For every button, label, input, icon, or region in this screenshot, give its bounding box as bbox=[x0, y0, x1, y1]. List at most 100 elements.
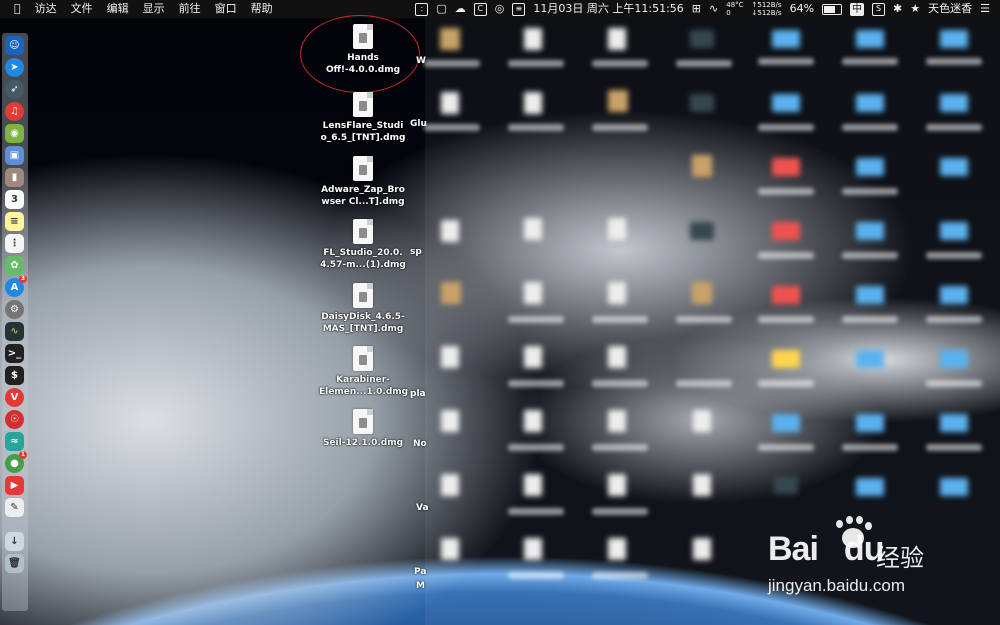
blurred-icon[interactable] bbox=[608, 474, 626, 496]
blurred-icon[interactable] bbox=[772, 350, 800, 368]
blurred-icon[interactable] bbox=[608, 218, 626, 240]
blurred-icon[interactable] bbox=[772, 94, 800, 112]
activity-monitor-icon[interactable]: ∿ bbox=[5, 322, 24, 341]
blurred-icon[interactable] bbox=[940, 222, 968, 240]
blurred-icon[interactable] bbox=[524, 218, 542, 240]
blurred-icon[interactable] bbox=[524, 410, 542, 432]
blurred-icon[interactable] bbox=[774, 476, 798, 494]
blurred-icon[interactable] bbox=[441, 410, 459, 432]
blurred-icon[interactable] bbox=[441, 92, 459, 114]
vivaldi-icon[interactable]: V bbox=[5, 388, 24, 407]
desktop-file[interactable]: Seil-12.1.0.dmg bbox=[319, 409, 407, 449]
desktop-file[interactable]: Karabiner- Elemen...1.0.dmg bbox=[319, 346, 408, 398]
desktop-file[interactable]: Hands Off!-4.0.0.dmg bbox=[319, 24, 407, 76]
apple-icon[interactable]:  bbox=[14, 0, 21, 18]
android-icon[interactable]: ◉ bbox=[5, 124, 24, 143]
blurred-icon[interactable] bbox=[524, 346, 542, 368]
blurred-icon[interactable] bbox=[693, 474, 711, 496]
blurred-icon[interactable] bbox=[608, 410, 626, 432]
blurred-icon[interactable] bbox=[856, 286, 884, 304]
video-app-icon[interactable]: ▶ bbox=[5, 476, 24, 495]
blurred-icon[interactable] bbox=[692, 155, 712, 177]
blurred-icon[interactable] bbox=[940, 478, 968, 496]
desktop-file[interactable]: DaisyDisk_4.6.5- MAS_[TNT].dmg bbox=[319, 283, 407, 335]
status-app-icon[interactable]: : bbox=[415, 2, 429, 16]
netease-music-icon[interactable]: ♫ bbox=[5, 102, 24, 121]
blurred-icon[interactable] bbox=[940, 414, 968, 432]
blurred-icon[interactable] bbox=[693, 538, 711, 560]
calendar-app-icon[interactable]: 3 bbox=[5, 190, 24, 209]
desktop-file[interactable]: FL_Studio_20.0. 4.57-m...(1).dmg bbox=[319, 219, 407, 271]
menu-go[interactable]: 前往 bbox=[179, 0, 201, 18]
blurred-icon[interactable] bbox=[690, 30, 714, 48]
bluetooth-icon[interactable]: ✱ bbox=[893, 0, 902, 18]
terminal-icon[interactable]: >_ bbox=[5, 344, 24, 363]
blurred-icon[interactable] bbox=[690, 222, 714, 240]
blurred-icon[interactable] bbox=[772, 414, 800, 432]
preview-icon[interactable]: ▣ bbox=[5, 146, 24, 165]
blurred-icon[interactable] bbox=[441, 346, 459, 368]
app-s-icon[interactable]: S bbox=[872, 2, 886, 16]
clipboard-icon[interactable]: C bbox=[473, 2, 487, 16]
blurred-icon[interactable] bbox=[940, 158, 968, 176]
battery-percent[interactable]: 64% bbox=[790, 0, 814, 18]
notes-icon[interactable]: ≡ bbox=[5, 212, 24, 231]
grid-icon[interactable]: ⊞ bbox=[692, 0, 701, 18]
contacts-icon[interactable]: ▮ bbox=[5, 168, 24, 187]
network-monitor[interactable]: ↑512B/s ↓512B/s bbox=[752, 1, 782, 17]
menu-help[interactable]: 帮助 bbox=[251, 0, 273, 18]
blurred-icon[interactable] bbox=[856, 30, 884, 48]
safari-icon[interactable]: ➤ bbox=[5, 58, 24, 77]
finder-icon[interactable]: ☺ bbox=[5, 36, 24, 55]
blurred-icon[interactable] bbox=[940, 350, 968, 368]
blurred-icon[interactable] bbox=[441, 282, 461, 304]
blurred-icon[interactable] bbox=[524, 92, 542, 114]
blurred-icon[interactable] bbox=[940, 30, 968, 48]
menu-file[interactable]: 文件 bbox=[71, 0, 93, 18]
blurred-icon[interactable] bbox=[856, 158, 884, 176]
blurred-icon[interactable] bbox=[608, 28, 626, 50]
launchpad-icon[interactable]: ➶ bbox=[5, 80, 24, 99]
notification-center-icon[interactable]: ☰ bbox=[980, 0, 990, 18]
app-store-icon[interactable]: A3 bbox=[5, 275, 27, 297]
blurred-icon[interactable] bbox=[692, 282, 712, 304]
blurred-icon[interactable] bbox=[608, 90, 628, 112]
downloads-stack-icon[interactable]: ↓ bbox=[5, 532, 24, 551]
temp-monitor[interactable]: 48°C 0 bbox=[726, 1, 743, 17]
menu-finder[interactable]: 访达 bbox=[35, 0, 57, 18]
clock-datetime[interactable]: 11月03日 周六 上午11:51:56 bbox=[533, 0, 683, 18]
desktop-file[interactable]: Adware_Zap_Bro wser Cl...T].dmg bbox=[319, 156, 407, 208]
blurred-icon[interactable] bbox=[608, 282, 626, 304]
calendar-icon[interactable]: ≡ bbox=[512, 2, 526, 16]
blurred-icon[interactable] bbox=[524, 474, 542, 496]
blurred-icon[interactable] bbox=[441, 220, 459, 242]
globe-icon[interactable]: ◎ bbox=[495, 0, 505, 18]
blurred-icon[interactable] bbox=[608, 346, 626, 368]
blurred-icon[interactable] bbox=[772, 158, 800, 176]
blurred-icon[interactable] bbox=[940, 94, 968, 112]
blurred-icon[interactable] bbox=[441, 538, 459, 560]
message-icon[interactable]: ▢ bbox=[436, 0, 446, 18]
reminders-icon[interactable]: ⋮ bbox=[5, 234, 24, 253]
blurred-icon[interactable] bbox=[524, 28, 542, 50]
wifi-icon[interactable]: ∿ bbox=[709, 0, 718, 18]
wechat-icon[interactable]: ● 1 bbox=[5, 451, 27, 473]
blurred-icon[interactable] bbox=[690, 94, 714, 112]
blurred-icon[interactable] bbox=[524, 538, 542, 560]
blurred-icon[interactable] bbox=[856, 478, 884, 496]
blurred-icon[interactable] bbox=[856, 414, 884, 432]
menu-window[interactable]: 窗口 bbox=[215, 0, 237, 18]
blurred-icon[interactable] bbox=[772, 286, 800, 304]
blurred-icon[interactable] bbox=[772, 30, 800, 48]
trash-icon[interactable]: 🗑 bbox=[5, 554, 24, 573]
photos-icon[interactable]: ✿ bbox=[5, 256, 24, 275]
blurred-icon[interactable] bbox=[856, 350, 884, 368]
blurred-icon[interactable] bbox=[608, 538, 626, 560]
blurred-icon[interactable] bbox=[940, 286, 968, 304]
cloud-icon[interactable]: ☁ bbox=[455, 0, 466, 18]
menu-edit[interactable]: 编辑 bbox=[107, 0, 129, 18]
weibo-icon[interactable]: ☉ bbox=[5, 410, 24, 429]
input-method[interactable]: 中 bbox=[850, 2, 865, 16]
blurred-icon[interactable] bbox=[772, 222, 800, 240]
bandwidth-icon[interactable]: ≈ bbox=[5, 432, 24, 451]
